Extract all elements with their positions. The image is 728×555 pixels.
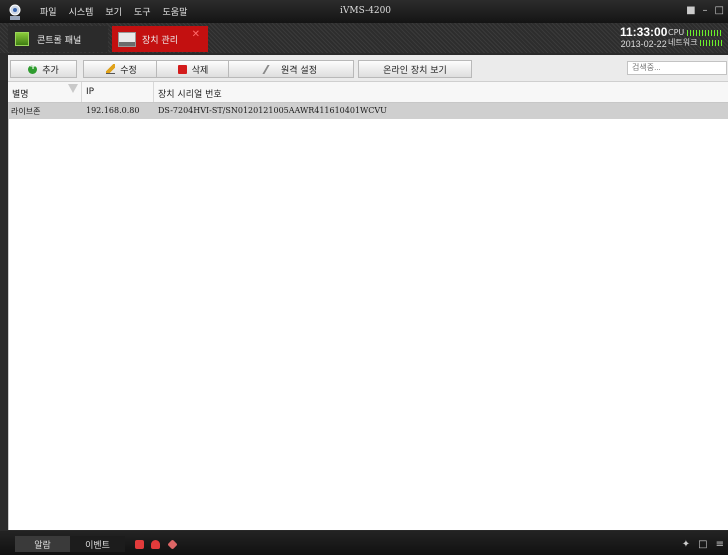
delete-icon [177, 64, 187, 74]
menu-view[interactable]: 보기 [105, 5, 122, 18]
column-divider[interactable] [81, 82, 82, 102]
minimize-icon[interactable]: – [703, 5, 708, 16]
alarm-tab[interactable]: 알람 [15, 536, 70, 552]
column-divider[interactable] [153, 82, 154, 102]
wrench-icon [262, 64, 279, 74]
cell-ip: 192.168.0.80 [86, 106, 140, 115]
add-button-label: 추가 [42, 65, 59, 76]
cell-alias: 라이브존 [11, 107, 41, 116]
tab-control-panel-label: 콘트롤 패널 [37, 35, 82, 46]
menu-bar: 파일 시스템 보기 도구 도움말 [40, 5, 199, 18]
alarm-bell-icon[interactable] [151, 540, 160, 549]
remote-config-button-label: 원격 설정 [281, 65, 317, 76]
cpu-label: CPU [668, 28, 685, 37]
maximize-icon[interactable]: □ [715, 5, 724, 16]
title-bar: 파일 시스템 보기 도구 도움말 iVMS-4200 ■ – □ [0, 0, 728, 23]
clock-time: 11:33:00 [620, 25, 668, 39]
device-management-panel: 추가 수정 삭제 원격 설정 온라인 장치 보기 별명 IP 장치 시리얼 번호… [8, 55, 728, 530]
alarm-tab-label: 알람 [34, 540, 51, 551]
sound-icon[interactable] [167, 539, 178, 550]
filter-icon[interactable] [68, 84, 78, 93]
device-management-icon [118, 31, 136, 47]
edit-icon [106, 64, 116, 74]
online-devices-button-label: 온라인 장치 보기 [383, 65, 447, 76]
network-label: 네트워크 [668, 38, 698, 47]
cell-serial: DS-7204HVI-ST/SN0120121005AAWR411610401W… [158, 106, 387, 115]
column-header-serial[interactable]: 장치 시리얼 번호 [158, 87, 222, 100]
column-header-ip[interactable]: IP [86, 87, 94, 97]
add-icon [28, 62, 38, 74]
app-logo-icon [9, 4, 21, 20]
pin-icon[interactable]: ✦ [682, 539, 690, 550]
remote-config-button[interactable]: 원격 설정 [228, 60, 354, 78]
device-toolbar: 추가 수정 삭제 원격 설정 온라인 장치 보기 [8, 55, 728, 82]
resource-meters: CPU 네트워크 [668, 28, 724, 48]
clock-date: 2013-02-22 [620, 39, 667, 49]
table-body[interactable] [8, 119, 728, 530]
tab-device-management[interactable]: 장치 관리 ✕ [112, 26, 208, 52]
online-devices-button[interactable]: 온라인 장치 보기 [358, 60, 472, 78]
clock: 11:33:00 2013-02-22 [620, 25, 668, 50]
menu-file[interactable]: 파일 [40, 5, 57, 18]
network-meter [700, 39, 724, 46]
close-icon[interactable]: ✕ [192, 29, 200, 40]
tab-control-panel[interactable]: 콘트롤 패널 [8, 26, 108, 52]
alarm-output-icon[interactable] [135, 540, 144, 549]
event-tab-label: 이벤트 [85, 540, 110, 551]
restore-icon[interactable]: □ [698, 539, 707, 550]
table-row[interactable]: 라이브존 192.168.0.80 DS-7204HVI-ST/SN012012… [8, 103, 728, 119]
menu-tools[interactable]: 도구 [134, 5, 151, 18]
lock-icon[interactable]: ■ [686, 5, 695, 16]
menu-icon[interactable]: ≡ [716, 539, 724, 550]
edit-button[interactable]: 수정 [83, 60, 160, 78]
module-tab-bar: 콘트롤 패널 장치 관리 ✕ 11:33:00 2013-02-22 CPU 네… [0, 23, 728, 53]
table-header: 별명 IP 장치 시리얼 번호 [8, 82, 728, 103]
statusbar-controls: ✦ □ ≡ [682, 539, 724, 550]
edit-button-label: 수정 [120, 65, 137, 76]
column-header-alias[interactable]: 별명 [12, 87, 29, 100]
status-bar: 알람 이벤트 ✦ □ ≡ [0, 531, 728, 555]
add-button[interactable]: 추가 [10, 60, 77, 78]
search-input[interactable] [627, 61, 727, 75]
menu-help[interactable]: 도움말 [163, 5, 188, 18]
menu-system[interactable]: 시스템 [69, 5, 94, 18]
cpu-meter [686, 29, 721, 36]
control-panel-icon [15, 32, 29, 46]
delete-button-label: 삭제 [191, 65, 209, 76]
window-controls: ■ – □ [686, 5, 724, 16]
event-tab[interactable]: 이벤트 [70, 536, 125, 552]
tab-device-management-label: 장치 관리 [142, 35, 178, 46]
app-title: iVMS-4200 [340, 6, 392, 16]
delete-button[interactable]: 삭제 [156, 60, 230, 78]
